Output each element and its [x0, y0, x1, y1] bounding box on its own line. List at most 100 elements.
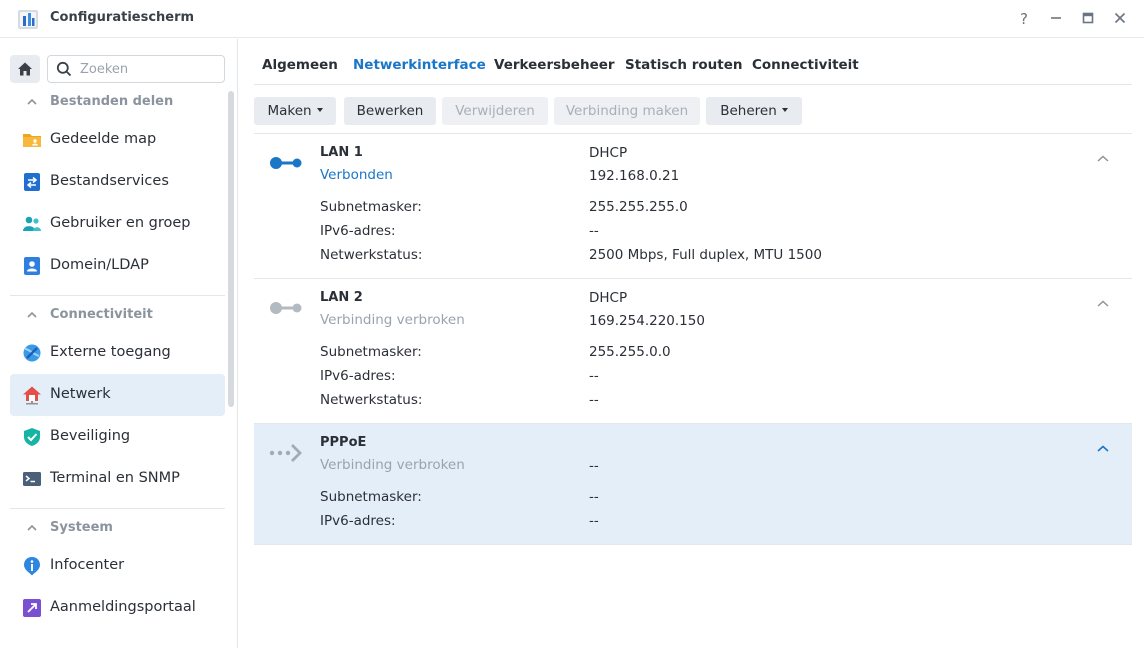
search-icon — [56, 61, 72, 77]
interface-ip: 192.168.0.21 — [589, 168, 680, 184]
caret-down-icon — [781, 108, 788, 112]
sidebar-item-users-groups[interactable]: Gebruiker en groep — [10, 203, 225, 245]
connect-button[interactable]: Verbinding maken — [554, 97, 700, 125]
domain-ldap-icon — [24, 257, 40, 275]
interface-name: PPPoE — [320, 435, 367, 450]
caret-down-icon — [316, 108, 323, 112]
home-button[interactable] — [10, 55, 40, 83]
netstatus-label: Netwerkstatus: — [320, 392, 423, 408]
network-home-icon — [23, 386, 41, 405]
help-button[interactable]: ? — [1013, 8, 1035, 30]
pppoe-icon — [269, 444, 302, 462]
sidebar-item-network[interactable]: Netwerk — [10, 374, 225, 416]
sidebar-scrollbar[interactable] — [228, 91, 234, 407]
subnet-value: 255.255.255.0 — [589, 199, 688, 215]
shared-folder-icon — [23, 134, 41, 147]
netstatus-label: Netwerkstatus: — [320, 247, 423, 263]
window-title: Configuratiescherm — [50, 10, 195, 25]
section-systeem[interactable]: Systeem — [10, 518, 225, 540]
interface-card-lan2[interactable]: LAN 2 Verbinding verbroken DHCP 169.254.… — [254, 279, 1132, 424]
file-services-icon — [24, 173, 40, 191]
interface-name: LAN 2 — [320, 290, 363, 305]
sidebar-item-label: Gebruiker en groep — [50, 215, 191, 231]
tab-connectiviteit[interactable]: Connectiviteit — [752, 57, 859, 73]
search-input[interactable] — [80, 60, 220, 78]
external-access-icon — [23, 344, 41, 362]
minimize-icon — [1051, 17, 1061, 19]
info-icon — [24, 557, 40, 576]
sidebar-item-label: Domein/LDAP — [50, 257, 149, 273]
interface-status: Verbinding verbroken — [320, 312, 465, 328]
tab-algemeen[interactable]: Algemeen — [262, 57, 338, 73]
tab-netwerkinterface[interactable]: Netwerkinterface — [353, 57, 486, 73]
subnet-label: Subnetmasker: — [320, 344, 422, 360]
shield-icon — [24, 428, 40, 446]
manage-button-label: Beheren — [720, 103, 777, 119]
interface-status: Verbonden — [320, 167, 393, 183]
delete-button[interactable]: Verwijderen — [442, 97, 548, 125]
home-icon — [18, 62, 32, 76]
minimize-button[interactable] — [1045, 8, 1067, 30]
ipv6-label: IPv6-adres: — [320, 368, 396, 384]
create-button[interactable]: Maken — [254, 97, 336, 125]
manage-button[interactable]: Beheren — [706, 97, 802, 125]
close-button[interactable] — [1109, 8, 1131, 30]
sidebar-item-label: Terminal en SNMP — [50, 470, 180, 486]
section-bestanden-delen[interactable]: Bestanden delen — [10, 92, 225, 114]
interface-card-lan1[interactable]: LAN 1 Verbonden DHCP 192.168.0.21 Subnet… — [254, 134, 1132, 279]
search-field[interactable] — [47, 55, 225, 83]
interface-mode: DHCP — [589, 290, 628, 306]
sidebar-divider — [10, 295, 225, 296]
chevron-up-icon[interactable] — [1096, 299, 1110, 309]
ipv6-label: IPv6-adres: — [320, 513, 396, 529]
subnet-value: -- — [589, 489, 599, 505]
sidebar-item-domain-ldap[interactable]: Domein/LDAP — [10, 245, 225, 287]
sidebar-item-shared-folder[interactable]: Gedeelde map — [10, 119, 225, 161]
tab-bar: Algemeen Netwerkinterface Verkeersbeheer… — [254, 39, 1132, 85]
sidebar-item-label: Bestandservices — [50, 173, 169, 189]
interface-name: LAN 1 — [320, 145, 363, 160]
netstatus-value: -- — [589, 392, 599, 408]
edit-button[interactable]: Bewerken — [344, 97, 436, 125]
create-button-label: Maken — [267, 103, 312, 119]
tab-statisch-routen[interactable]: Statisch routen — [625, 57, 742, 73]
section-connectiviteit[interactable]: Connectiviteit — [10, 305, 225, 327]
chevron-up-icon[interactable] — [1096, 154, 1110, 164]
close-icon — [1114, 12, 1126, 24]
title-bar: Configuratiescherm ? — [0, 0, 1144, 38]
sidebar-item-label: Beveiliging — [50, 428, 131, 444]
interface-ip: -- — [589, 458, 599, 474]
sidebar-item-security[interactable]: Beveiliging — [10, 416, 225, 458]
sidebar-item-file-services[interactable]: Bestandservices — [10, 161, 225, 203]
section-label: Bestanden delen — [50, 94, 174, 109]
sidebar-item-label: Externe toegang — [50, 344, 171, 360]
interface-card-pppoe[interactable]: PPPoE Verbinding verbroken -- Subnetmask… — [254, 424, 1132, 545]
sidebar-item-label: Infocenter — [50, 557, 125, 573]
ipv6-label: IPv6-adres: — [320, 223, 396, 239]
chevron-up-icon[interactable] — [1096, 444, 1110, 454]
sidebar-item-infocenter[interactable]: Infocenter — [10, 545, 225, 587]
users-group-icon — [23, 216, 41, 231]
tab-verkeersbeheer[interactable]: Verkeersbeheer — [494, 57, 615, 73]
netstatus-value: 2500 Mbps, Full duplex, MTU 1500 — [589, 247, 822, 263]
sidebar: Bestanden delen Gedeelde map Bestandserv… — [0, 39, 238, 648]
sidebar-item-partial[interactable] — [10, 629, 225, 648]
sidebar-item-external-access[interactable]: Externe toegang — [10, 332, 225, 374]
interface-ip: 169.254.220.150 — [589, 313, 705, 329]
sidebar-item-login-portal[interactable]: Aanmeldingsportaal — [10, 587, 225, 629]
ipv6-value: -- — [589, 368, 599, 384]
ethernet-disconnected-icon — [270, 302, 302, 314]
sidebar-item-terminal-snmp[interactable]: Terminal en SNMP — [10, 458, 225, 500]
sidebar-item-label: Netwerk — [50, 386, 111, 402]
ipv6-value: -- — [589, 513, 599, 529]
sidebar-item-label: Gedeelde map — [50, 131, 157, 147]
login-portal-icon — [23, 599, 41, 617]
chevron-up-icon — [27, 311, 37, 318]
ipv6-value: -- — [589, 223, 599, 239]
sidebar-item-label: Aanmeldingsportaal — [50, 599, 196, 615]
chevron-up-icon — [27, 98, 37, 105]
interface-mode: DHCP — [589, 145, 628, 161]
section-label: Connectiviteit — [50, 307, 153, 322]
maximize-icon — [1082, 12, 1094, 24]
maximize-button[interactable] — [1077, 8, 1099, 30]
